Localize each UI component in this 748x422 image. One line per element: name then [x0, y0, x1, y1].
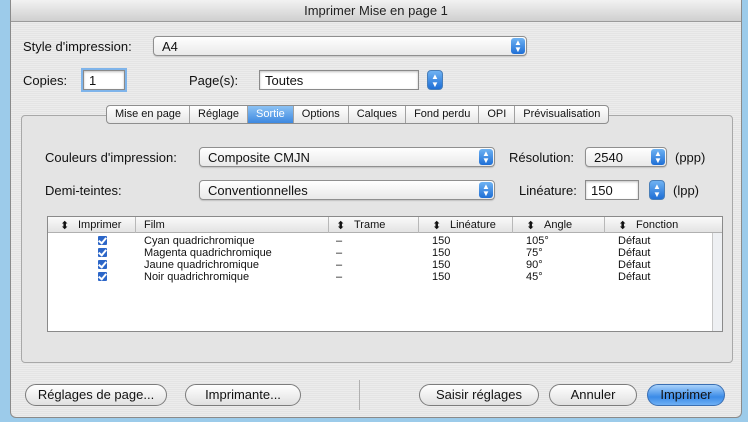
column-header-angle[interactable]: Angle — [544, 219, 572, 231]
print-button[interactable]: Imprimer — [647, 384, 725, 406]
tab-mise-en-page[interactable]: Mise en page — [107, 106, 191, 123]
column-header-screen[interactable]: Trame — [354, 219, 385, 231]
function-cell: Défaut — [618, 271, 651, 283]
table-row[interactable]: Magenta quadrichromique – 150 75° Défaut — [48, 247, 713, 259]
sort-icon: ⬍ — [60, 220, 70, 232]
resolution-label: Résolution: — [509, 150, 575, 165]
sort-icon: ⬍ — [336, 220, 346, 232]
halftone-popup[interactable]: Conventionnelles ▲ ▼ — [199, 180, 495, 200]
page-setup-button[interactable]: Réglages de page... — [25, 384, 167, 406]
film-cell: Jaune quadrichromique — [144, 259, 259, 271]
print-style-value: A4 — [162, 39, 178, 54]
popup-arrows-icon: ▲ ▼ — [479, 182, 493, 198]
screen-cell: – — [336, 271, 343, 283]
print-colors-label: Couleurs d'impression: — [45, 150, 177, 165]
sort-icon: ⬍ — [526, 220, 536, 232]
plates-table[interactable]: ⬍ Imprimer Film ⬍ Trame ⬍ Linéature ⬍ An… — [47, 216, 723, 332]
halftone-label: Demi-teintes: — [45, 183, 122, 198]
lineature-field[interactable]: 150 — [585, 180, 639, 200]
screen-cell: – — [336, 235, 343, 247]
pages-value: Toutes — [265, 73, 304, 88]
popup-arrows-icon: ▲ ▼ — [431, 72, 439, 89]
print-style-label: Style d'impression: — [23, 39, 132, 54]
film-cell: Noir quadrichromique — [144, 271, 250, 283]
button-separator — [359, 380, 360, 410]
sort-icon: ⬍ — [618, 220, 628, 232]
printer-button[interactable]: Imprimante... — [185, 384, 301, 406]
angle-cell: 90° — [526, 259, 543, 271]
copies-value: 1 — [89, 73, 97, 88]
lineature-cell: 150 — [432, 235, 451, 247]
film-cell: Magenta quadrichromique — [144, 247, 272, 259]
tab-bar: Mise en page Réglage Sortie Options Calq… — [106, 105, 610, 124]
table-row[interactable]: Cyan quadrichromique – 150 105° Défaut — [48, 235, 713, 247]
tab-previsualisation[interactable]: Prévisualisation — [515, 106, 608, 123]
angle-cell: 105° — [526, 235, 549, 247]
print-colors-popup[interactable]: Composite CMJN ▲ ▼ — [199, 147, 495, 167]
print-checkbox[interactable] — [98, 236, 107, 245]
copies-field[interactable]: 1 — [83, 70, 125, 90]
table-header: ⬍ Imprimer Film ⬍ Trame ⬍ Linéature ⬍ An… — [48, 217, 722, 233]
print-colors-value: Composite CMJN — [208, 150, 310, 165]
copies-label: Copies: — [23, 73, 68, 88]
table-scrollbar[interactable] — [712, 233, 722, 331]
lineature-popup-button[interactable]: ▲ ▼ — [649, 180, 665, 200]
pages-popup-button[interactable]: ▲ ▼ — [427, 70, 443, 90]
screen-cell: – — [336, 259, 343, 271]
function-cell: Défaut — [618, 247, 651, 259]
halftone-value: Conventionnelles — [208, 183, 308, 198]
function-cell: Défaut — [618, 259, 651, 271]
angle-cell: 45° — [526, 271, 543, 283]
lineature-label: Linéature: — [519, 183, 577, 198]
print-dialog: Imprimer Mise en page 1 Style d'impressi… — [10, 0, 742, 418]
lineature-cell: 150 — [432, 271, 451, 283]
column-header-function[interactable]: Fonction — [636, 219, 678, 231]
print-style-popup[interactable]: A4 ▲ ▼ — [153, 36, 527, 56]
function-cell: Défaut — [618, 235, 651, 247]
film-cell: Cyan quadrichromique — [144, 235, 255, 247]
popup-arrows-icon: ▲ ▼ — [651, 149, 665, 165]
pages-field[interactable]: Toutes — [259, 70, 419, 90]
lineature-cell: 150 — [432, 247, 451, 259]
column-header-print[interactable]: Imprimer — [78, 219, 121, 231]
tab-fond-perdu[interactable]: Fond perdu — [406, 106, 480, 123]
tab-reglage[interactable]: Réglage — [190, 106, 249, 123]
window-title: Imprimer Mise en page 1 — [11, 0, 741, 22]
table-row[interactable]: Jaune quadrichromique – 150 90° Défaut — [48, 259, 713, 271]
column-header-film[interactable]: Film — [144, 219, 165, 231]
column-header-lineature[interactable]: Linéature — [450, 219, 496, 231]
print-checkbox[interactable] — [98, 272, 107, 281]
popup-arrows-icon: ▲ ▼ — [653, 182, 661, 199]
popup-arrows-icon: ▲ ▼ — [479, 149, 493, 165]
print-checkbox[interactable] — [98, 260, 107, 269]
resolution-value: 2540 — [594, 150, 623, 165]
cancel-button[interactable]: Annuler — [549, 384, 637, 406]
screen-cell: – — [336, 247, 343, 259]
tab-options[interactable]: Options — [294, 106, 349, 123]
capture-settings-button[interactable]: Saisir réglages — [419, 384, 539, 406]
lineature-cell: 150 — [432, 259, 451, 271]
popup-arrows-icon: ▲ ▼ — [511, 38, 525, 54]
print-checkbox[interactable] — [98, 248, 107, 257]
resolution-popup[interactable]: 2540 ▲ ▼ — [585, 147, 667, 167]
pages-label: Page(s): — [189, 73, 239, 88]
lineature-unit: (lpp) — [673, 183, 700, 198]
angle-cell: 75° — [526, 247, 543, 259]
tab-opi[interactable]: OPI — [479, 106, 516, 123]
table-row[interactable]: Noir quadrichromique – 150 45° Défaut — [48, 271, 713, 283]
sort-icon: ⬍ — [432, 220, 442, 232]
tab-calques[interactable]: Calques — [349, 106, 407, 123]
resolution-unit: (ppp) — [675, 150, 706, 165]
tab-sortie[interactable]: Sortie — [248, 106, 294, 123]
lineature-value: 150 — [591, 183, 613, 198]
